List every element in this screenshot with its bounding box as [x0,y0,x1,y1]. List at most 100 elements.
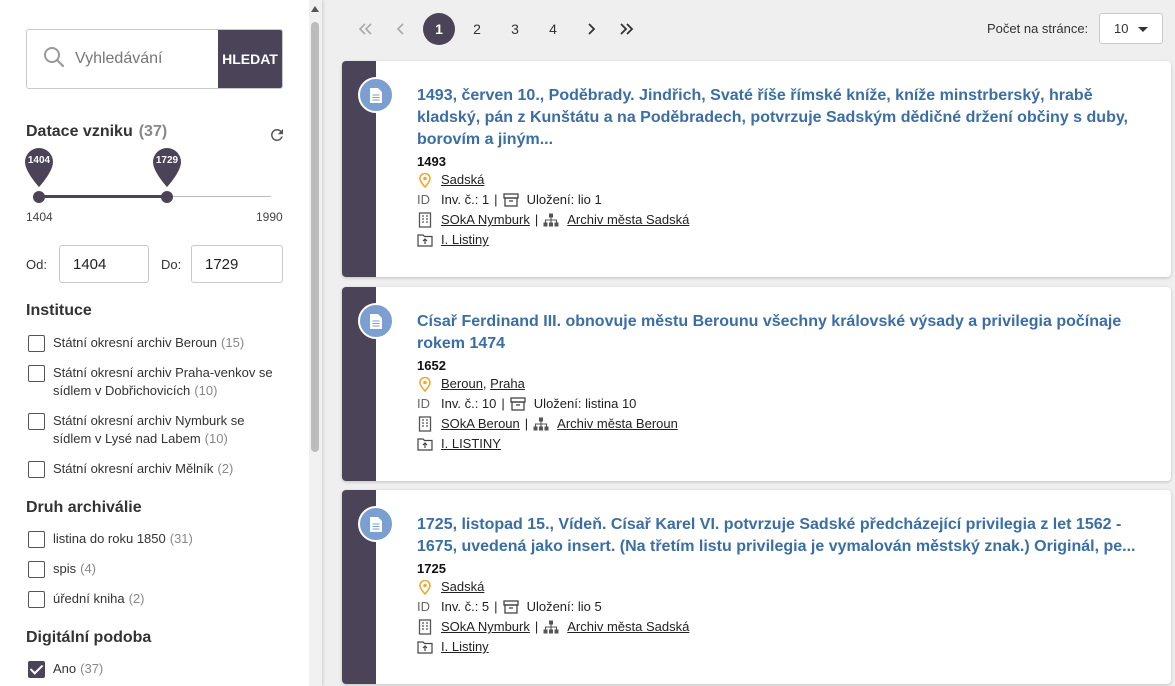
filter-option-nymburk[interactable]: Státní okresní archiv Nymburk se sídlem v… [28,412,244,448]
per-page-label: Počet na stránce: [987,21,1089,36]
institution-link[interactable]: SOkA Nymburk [441,617,530,637]
result-title-link[interactable]: 1493, červen 10., Poděbrady. Jindřich, S… [417,85,1151,151]
filter-option-beroun[interactable]: Státní okresní archiv Beroun (15) [28,334,244,352]
checkbox[interactable] [28,591,45,608]
result-card: 1493, červen 10., Poděbrady. Jindřich, S… [342,61,1171,277]
checkbox[interactable] [28,561,45,578]
date-filter-label: Datace vzniku [26,123,133,140]
folder-up-icon [417,232,433,248]
card-body: 1725, listopad 15., Vídeň. Císař Karel V… [417,514,1151,657]
id-icon: ID [417,599,430,614]
place-link[interactable]: Sadská [441,170,484,190]
series-row: I. Listiny [417,637,1151,657]
option-count: (31) [169,531,193,546]
scroll-up-arrow-icon[interactable] [311,6,319,12]
from-label: Od: [26,257,47,272]
checkbox[interactable] [28,413,45,430]
document-icon [358,303,394,339]
inventory-number: Inv. č.: 1 [441,192,490,207]
place-link[interactable]: Sadská [441,577,484,597]
option-label: spis [53,561,77,576]
date-filter-title: Datace vzniku (37) [26,123,167,141]
building-icon [417,212,433,228]
last-page-button[interactable] [610,13,642,45]
page-3-button[interactable]: 3 [499,13,531,45]
next-page-button[interactable] [575,13,607,45]
option-label-line1: Státní okresní archiv Nymburk se [53,413,245,428]
page-2-button[interactable]: 2 [461,13,493,45]
search-icon [43,46,65,73]
fond-link[interactable]: Archiv města Sadská [567,210,689,230]
reset-icon[interactable] [268,126,286,149]
result-year: 1493 [417,154,446,169]
filter-option-praha-venkov[interactable]: Státní okresní archiv Praha-venkov se síd… [28,364,273,400]
prev-page-button[interactable] [385,13,417,45]
sidebar-scrollbar[interactable] [309,0,322,686]
series-link[interactable]: I. Listiny [441,230,489,250]
option-count: (37) [80,661,104,676]
slider-pin-from [25,148,53,187]
search-button[interactable]: HLEDAT [218,30,282,88]
filter-option-spis[interactable]: spis (4) [28,560,96,578]
filter-option-uredni-kniha[interactable]: úřední kniha (2) [28,590,144,608]
place-link[interactable]: Praha [490,374,525,394]
institution-link[interactable]: SOkA Beroun [441,414,520,434]
checkbox[interactable] [28,531,45,548]
result-title-link[interactable]: Císař Ferdinand III. obnovuje městu Bero… [417,311,1151,355]
result-year: 1725 [417,561,446,576]
scroll-thumb[interactable] [311,22,319,452]
double-chevron-left-icon [358,23,372,35]
id-icon: ID [417,192,430,207]
option-label: listina do roku 1850 [53,531,166,546]
archive-box-icon [502,192,519,208]
card-body: 1493, červen 10., Poděbrady. Jindřich, S… [417,85,1151,250]
slider-handle-from[interactable] [33,191,45,203]
search-input[interactable] [75,50,205,68]
option-count: (15) [221,335,245,350]
folder-up-icon [417,639,433,655]
result-title-link[interactable]: 1725, listopad 15., Vídeň. Císař Karel V… [417,514,1151,558]
series-row: I. LISTINY [417,434,1151,454]
filter-option-melnik[interactable]: Státní okresní archiv Mělník (2) [28,460,233,478]
place-link[interactable]: Beroun [441,374,483,394]
checkbox-checked[interactable] [28,661,45,678]
series-link[interactable]: I. Listiny [441,637,489,657]
building-icon [417,416,433,432]
inventory-row: ID Inv. č.: 10 | Uložení: listina 10 [417,394,1151,414]
first-page-button[interactable] [350,13,382,45]
page-1-button[interactable]: 1 [423,13,455,45]
fond-link[interactable]: Archiv města Beroun [557,414,678,434]
filter-sidebar: HLEDAT Datace vzniku(37) 1404 1729 1404 … [0,0,322,686]
result-year: 1652 [417,358,446,373]
institution-link[interactable]: SOkA Nymburk [441,210,530,230]
slider-pin-to [153,148,181,187]
filter-option-digital-yes[interactable]: Ano (37) [28,660,103,678]
page-4-button[interactable]: 4 [537,13,569,45]
fond-link[interactable]: Archiv města Sadská [567,617,689,637]
date-to-input[interactable] [191,245,283,283]
checkbox[interactable] [28,335,45,352]
institutions-title: Instituce [26,302,92,319]
map-pin-icon [417,172,433,188]
caret-down-icon [1138,27,1148,32]
search-box: HLEDAT [26,29,283,89]
storage-location: Uložení: lio 5 [526,599,602,614]
document-icon [358,77,394,113]
series-link[interactable]: I. LISTINY [441,434,501,454]
checkbox[interactable] [28,461,45,478]
digital-title: Digitální podoba [26,629,152,646]
folder-up-icon [417,436,433,452]
slider-handle-to[interactable] [161,191,173,203]
option-count: (2) [217,461,234,476]
option-count: (4) [80,561,97,576]
filter-option-listina[interactable]: listina do roku 1850 (31) [28,530,193,548]
option-label: úřední kniha [53,591,125,606]
slider-max-label: 1990 [256,210,283,224]
institution-row: SOkA Nymburk | Archiv města Sadská [417,210,1151,230]
option-label-line2: sídlem v Dobřichovicích [53,383,191,398]
hierarchy-icon [533,416,549,432]
per-page-select[interactable]: 10 [1099,13,1163,44]
chevron-left-icon [396,23,404,35]
date-from-input[interactable] [59,245,149,283]
checkbox[interactable] [28,365,45,382]
